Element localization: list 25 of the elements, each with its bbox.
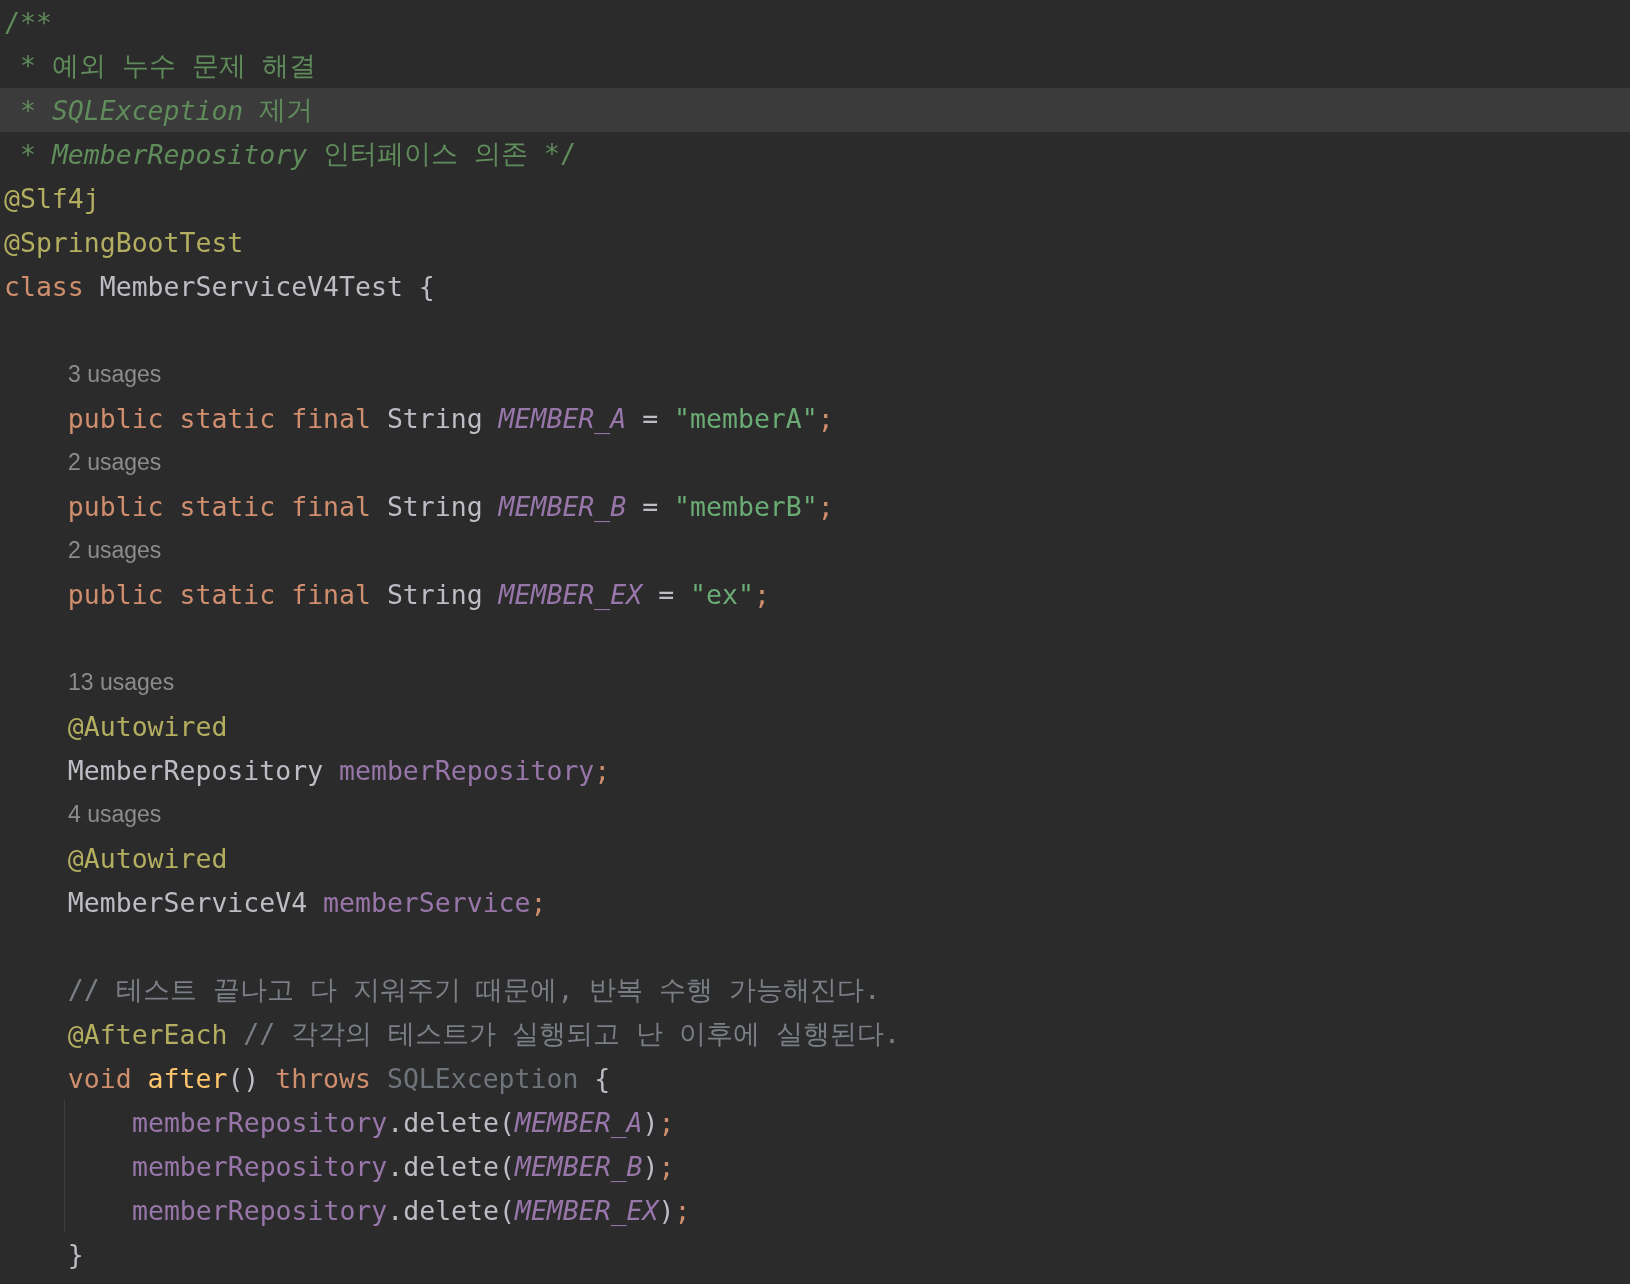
usages-hint[interactable]: 2 usages xyxy=(0,528,1630,572)
code-line: memberRepository.delete(MEMBER_A); xyxy=(0,1100,1630,1144)
code-line: void after() throws SQLException { xyxy=(66,1061,612,1096)
code-line: @SpringBootTest xyxy=(3,225,245,260)
usages-hint[interactable]: 13 usages xyxy=(0,660,1630,704)
code-line: * 예외 누수 문제 해결 xyxy=(18,49,317,83)
code-line: memberRepository.delete(MEMBER_B); xyxy=(0,1144,1630,1188)
code-line: * MemberRepository 인터페이스 의존 */ xyxy=(18,137,577,172)
code-line: // 테스트 끝나고 다 지워주기 때문에, 반복 수행 가능해진다. xyxy=(66,973,882,1007)
code-line: @Autowired xyxy=(66,841,229,876)
code-line: /** xyxy=(3,5,53,40)
code-line: memberRepository.delete(MEMBER_EX); xyxy=(0,1188,1630,1232)
code-line: public static final String MEMBER_A = "memberA"; xyxy=(66,401,835,436)
code-line: } xyxy=(66,1237,85,1272)
code-line: public static final String MEMBER_B = "memberB"; xyxy=(66,489,835,524)
code-line: @AfterEach // 각각의 테스트가 실행되고 난 이후에 실행된다. xyxy=(66,1017,901,1052)
code-line: @Autowired xyxy=(66,709,229,744)
usages-hint[interactable]: 2 usages xyxy=(0,440,1630,484)
code-line: class MemberServiceV4Test { xyxy=(3,269,436,304)
code-line: MemberServiceV4 memberService; xyxy=(66,885,548,920)
usages-hint[interactable]: 4 usages xyxy=(0,792,1630,836)
code-line: MemberRepository memberRepository; xyxy=(66,753,612,788)
code-line: @Slf4j xyxy=(3,181,101,216)
code-line: public static final String MEMBER_EX = "ex"; xyxy=(66,577,771,612)
usages-hint[interactable]: 3 usages xyxy=(0,352,1630,396)
